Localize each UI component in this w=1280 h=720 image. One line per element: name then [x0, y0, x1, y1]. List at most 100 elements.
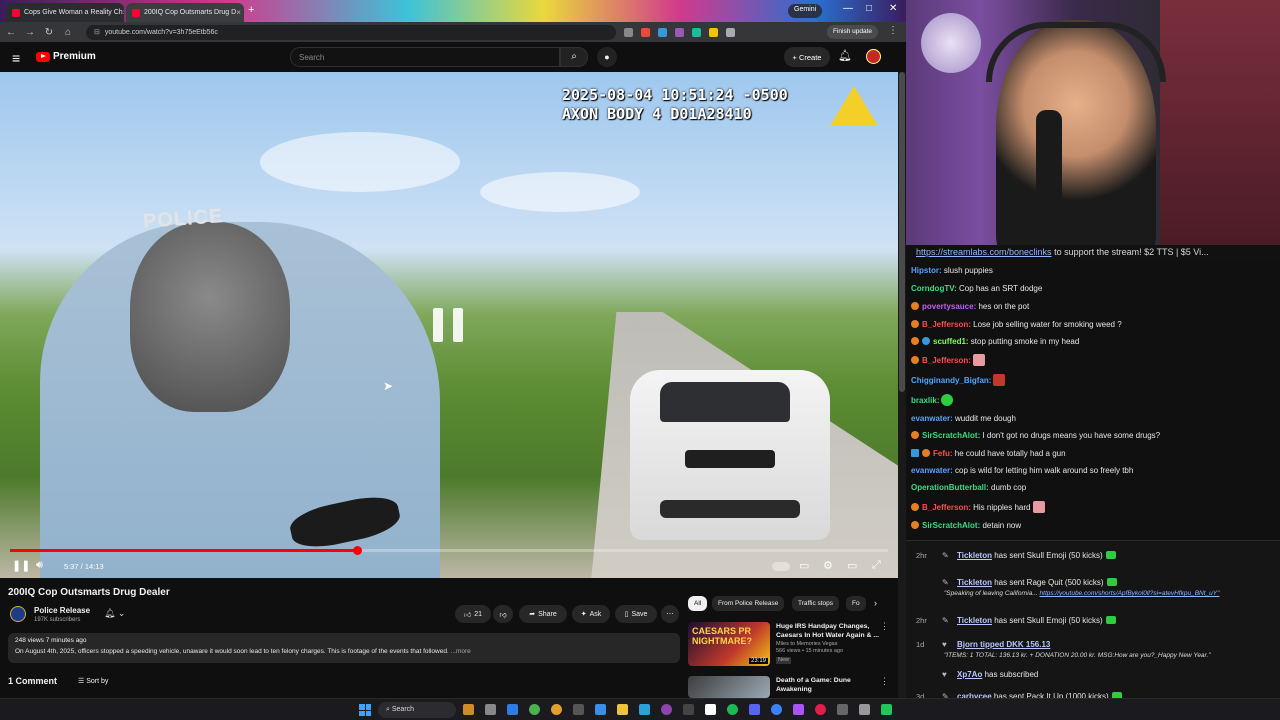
- tab-close-icon[interactable]: ×: [123, 8, 124, 17]
- pause-overlay-icon[interactable]: [433, 308, 463, 342]
- ask-button[interactable]: ✦ Ask: [572, 605, 610, 623]
- create-button[interactable]: + Create: [784, 47, 830, 67]
- task-view-icon[interactable]: [485, 704, 496, 715]
- sort-by-button[interactable]: ☰ Sort by: [78, 677, 108, 685]
- tab-close-icon[interactable]: ×: [236, 8, 241, 17]
- rec-menu-icon[interactable]: ⋮: [880, 676, 889, 687]
- chrome-canary-icon[interactable]: [551, 704, 562, 715]
- site-info-icon[interactable]: ⊟: [94, 28, 100, 36]
- chat-username[interactable]: scuffed1:: [933, 337, 969, 346]
- search-input[interactable]: Search: [290, 47, 560, 67]
- spotify-icon[interactable]: [727, 704, 738, 715]
- rec-thumbnail[interactable]: [688, 676, 770, 698]
- hamburger-menu-icon[interactable]: ≡: [12, 50, 20, 66]
- tab-200iq-cop[interactable]: 200IQ Cop Outsmarts Drug D ×: [126, 3, 244, 22]
- browser-menu-icon[interactable]: ⋮: [888, 25, 898, 36]
- app-icon[interactable]: [661, 704, 672, 715]
- progress-bar[interactable]: [10, 546, 888, 555]
- rec-menu-icon[interactable]: ⋮: [880, 621, 889, 632]
- extension-icon[interactable]: [641, 27, 650, 37]
- chat-username[interactable]: Hipstor:: [911, 266, 942, 275]
- settings-gear-icon[interactable]: ⚙: [823, 559, 833, 572]
- like-button[interactable]: 👍︎ 21: [455, 605, 491, 623]
- youtube-logo[interactable]: Premium: [36, 51, 96, 62]
- dislike-button[interactable]: 👎︎: [493, 605, 513, 623]
- app-icon[interactable]: [859, 704, 870, 715]
- app-icon[interactable]: [705, 704, 716, 715]
- pause-icon[interactable]: ❚❚: [12, 559, 30, 572]
- widgets-icon[interactable]: [463, 704, 474, 715]
- chat-username[interactable]: B_Jefferson:: [922, 356, 971, 365]
- app-icon[interactable]: [595, 704, 606, 715]
- event-username[interactable]: Tickleton: [957, 551, 992, 560]
- search-button[interactable]: ⌕: [560, 47, 588, 67]
- gemini-button[interactable]: Gemini: [788, 4, 823, 18]
- maximize-button[interactable]: □: [866, 3, 872, 14]
- voice-search-button[interactable]: ●: [597, 47, 617, 67]
- app-icon[interactable]: [837, 704, 848, 715]
- channel-avatar[interactable]: [10, 606, 26, 622]
- app-icon[interactable]: [793, 704, 804, 715]
- rec-title[interactable]: Huge IRS Handpay Changes, Caesars In Hot…: [776, 622, 880, 640]
- extension-icon[interactable]: [675, 27, 684, 37]
- scrubber-handle[interactable]: [352, 546, 362, 555]
- extension-icon[interactable]: [624, 27, 633, 37]
- chat-username[interactable]: Chigginandy_Bigfan:: [911, 376, 991, 385]
- app-icon[interactable]: [639, 704, 650, 715]
- app-icon[interactable]: [683, 704, 694, 715]
- tab-cops-reality-check[interactable]: Cops Give Woman a Reality Ch ×: [6, 3, 124, 22]
- app-icon[interactable]: [815, 704, 826, 715]
- chat-username[interactable]: SirScratchAlot:: [922, 521, 980, 530]
- chat-username[interactable]: B_Jefferson:: [922, 503, 971, 512]
- event-username[interactable]: Xp7Ao: [957, 670, 982, 679]
- home-icon[interactable]: ⌂: [60, 27, 76, 38]
- more-actions-button[interactable]: ⋯: [661, 605, 679, 623]
- rec-title[interactable]: Death of a Game: Dune Awakening: [776, 676, 880, 694]
- chat-username[interactable]: povertysauce:: [922, 302, 976, 311]
- show-more-link[interactable]: ...more: [451, 648, 471, 655]
- page-scrollbar[interactable]: [898, 72, 906, 698]
- event-username[interactable]: Tickleton: [957, 616, 992, 625]
- extension-icon[interactable]: [726, 27, 735, 37]
- forward-icon[interactable]: →: [22, 27, 38, 38]
- notifications-bell-icon[interactable]: 🔔︎: [838, 49, 852, 62]
- event-username[interactable]: Tickleton: [957, 578, 992, 587]
- chrome-icon[interactable]: [529, 704, 540, 715]
- kick-icon[interactable]: [881, 704, 892, 715]
- theater-mode-icon[interactable]: ▭: [847, 559, 857, 572]
- chat-username[interactable]: B_Jefferson:: [922, 320, 971, 329]
- extension-icon[interactable]: [658, 27, 667, 37]
- url-field[interactable]: ⊟ youtube.com/watch?v=3h75eEtb56c: [86, 24, 616, 40]
- rec-thumbnail[interactable]: CAESARS PR NIGHTMARE? 23:19: [688, 622, 770, 666]
- ticker-link[interactable]: https://streamlabs.com/boneclinks: [916, 247, 1052, 257]
- chip-more[interactable]: Fo: [846, 596, 866, 611]
- extension-icon[interactable]: [709, 27, 718, 37]
- app-icon[interactable]: [749, 704, 760, 715]
- event-tip-title[interactable]: Bjorn tipped DKK 156.13: [957, 640, 1050, 649]
- close-window-button[interactable]: ✕: [889, 3, 897, 14]
- autoplay-toggle[interactable]: [772, 562, 790, 571]
- edge-icon[interactable]: [507, 704, 518, 715]
- event-message-link[interactable]: https://youtube.com/shorts/ApfBykol0ll?s…: [1040, 590, 1220, 597]
- video-player[interactable]: POLICE 2025-08-04 10:51:24 -0500 AXON BO…: [0, 72, 898, 578]
- subtitles-icon[interactable]: ▭: [799, 559, 809, 572]
- chip-from-police-release[interactable]: From Police Release: [712, 596, 785, 611]
- minimize-button[interactable]: —: [843, 3, 853, 14]
- chat-username[interactable]: braxlik:: [911, 396, 939, 405]
- chat-username[interactable]: evanwater:: [911, 414, 953, 423]
- app-icon[interactable]: [573, 704, 584, 715]
- channel-name[interactable]: Police Release: [34, 606, 90, 615]
- scrollbar-thumb[interactable]: [899, 72, 905, 392]
- new-tab-button[interactable]: +: [248, 4, 254, 16]
- chat-username[interactable]: evanwater:: [911, 466, 953, 475]
- chip-all[interactable]: All: [688, 596, 708, 611]
- chips-next-icon[interactable]: ›: [874, 598, 877, 608]
- chip-traffic-stops[interactable]: Traffic stops: [792, 596, 840, 611]
- share-button[interactable]: ➦ Share: [519, 605, 567, 623]
- account-avatar[interactable]: [866, 49, 881, 64]
- volume-icon[interactable]: 🔊︎: [36, 559, 43, 572]
- chat-username[interactable]: SirScratchAlot:: [922, 431, 980, 440]
- description-box[interactable]: 248 views 7 minutes ago On August 4th, 2…: [8, 633, 680, 663]
- extension-icon[interactable]: [692, 27, 701, 37]
- fullscreen-icon[interactable]: ⤢: [872, 559, 881, 572]
